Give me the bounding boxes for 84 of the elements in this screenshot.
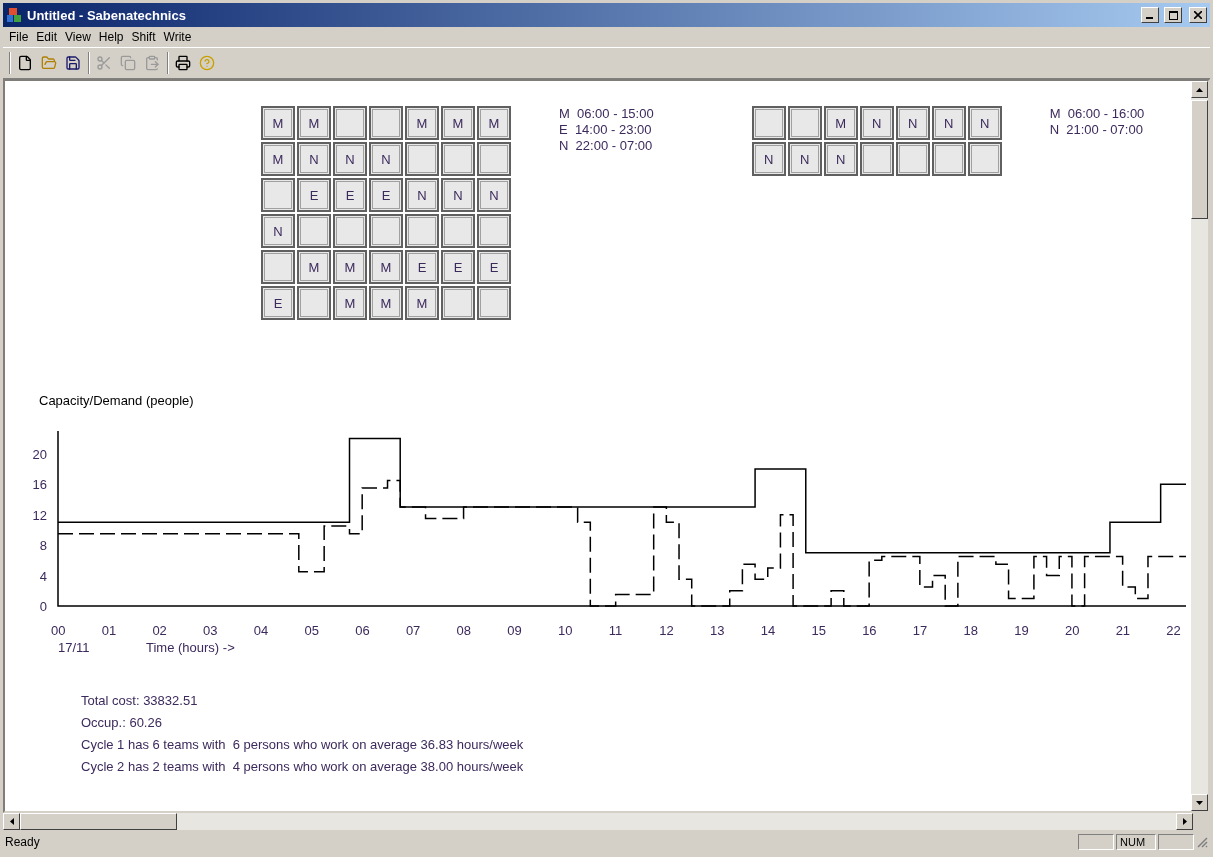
roster-cell[interactable]: N	[859, 106, 894, 140]
window-title: Untitled - Sabenatechnics	[27, 7, 187, 23]
x-tick-label: 09	[507, 623, 522, 638]
menu-item[interactable]: Edit	[32, 28, 62, 46]
summary-text: Occup.: 60.26	[81, 715, 163, 730]
shift-legend: E 14:00 - 23:00	[559, 122, 654, 137]
roster-cell[interactable]: N	[823, 142, 858, 176]
y-tick-label: 4	[39, 568, 47, 584]
x-tick-label: 22	[1166, 623, 1181, 638]
x-tick-label: 19	[1014, 623, 1029, 638]
menu-item[interactable]: Shift	[127, 28, 160, 46]
roster-cell[interactable]: M	[297, 250, 331, 284]
roster-cell[interactable]: M	[441, 106, 475, 140]
roster-cell[interactable]: E	[297, 178, 331, 212]
roster-cell[interactable]: M	[405, 106, 439, 140]
x-tick-label: 01	[101, 623, 117, 638]
roster-cell[interactable]: M	[369, 250, 403, 284]
roster-cell[interactable]: M	[261, 106, 295, 140]
roster-cell[interactable]: M	[333, 250, 367, 284]
x-tick-label: 11	[608, 623, 623, 638]
roster-cell[interactable]: N	[261, 214, 295, 248]
x-tick-label: 00	[51, 623, 66, 638]
y-tick-label: 12	[32, 507, 47, 523]
x-tick-label: 16	[862, 623, 877, 638]
roster-cell[interactable]: N	[297, 142, 331, 176]
date-label: 17/11	[58, 640, 90, 655]
x-tick-label: 05	[304, 623, 319, 638]
y-tick-label: 16	[32, 477, 47, 493]
x-tick-label: 04	[253, 623, 269, 638]
roster-cell[interactable]: N	[895, 106, 930, 140]
roster-cell[interactable]: E	[333, 178, 367, 212]
summary-text: Cycle 2 has 2 teams with 4 persons who work on average 38.00 hours/week	[81, 759, 525, 774]
roster-cell[interactable]: N	[967, 106, 1002, 140]
roster-cell[interactable]: M	[823, 106, 858, 140]
roster-cell[interactable]: M	[261, 142, 295, 176]
x-tick-label: 07	[405, 623, 421, 638]
x-tick-label: 14	[760, 623, 776, 638]
menu-item[interactable]: Write	[159, 28, 196, 46]
roster-cell[interactable]: M	[333, 286, 367, 320]
shift-legend: M 06:00 - 16:00	[1049, 106, 1145, 121]
y-tick-label: 0	[39, 599, 47, 614]
summary-text: Total cost: 33832.51	[81, 693, 199, 708]
x-tick-label: 13	[710, 623, 725, 638]
roster-cell[interactable]: N	[369, 142, 403, 176]
shift-legend: N 21:00 - 07:00	[1049, 122, 1145, 137]
roster-cell[interactable]: M	[405, 286, 439, 320]
y-tick-label: 8	[39, 538, 47, 554]
x-tick-label: 18	[963, 623, 978, 638]
roster-cell[interactable]: E	[369, 178, 403, 212]
status-text: Ready	[5, 835, 41, 849]
roster-cell[interactable]: N	[441, 178, 475, 212]
x-tick-label: 17	[912, 623, 928, 638]
menu-item[interactable]: File	[5, 28, 33, 46]
x-tick-label: 08	[456, 623, 472, 638]
x-tick-label: 06	[355, 623, 370, 638]
roster-cell[interactable]: N	[931, 106, 966, 140]
shift-legend: M 06:00 - 15:00	[559, 106, 654, 121]
roster-cell[interactable]: E	[405, 250, 439, 284]
roster-cell[interactable]: N	[333, 142, 367, 176]
roster-cell[interactable]: N	[787, 142, 822, 176]
x-tick-label: 12	[659, 623, 674, 638]
shift-legend: N 22:00 - 07:00	[559, 138, 654, 153]
roster-cell[interactable]: M	[477, 106, 511, 140]
x-tick-label: 15	[811, 623, 826, 638]
x-tick-label: 10	[557, 623, 573, 638]
x-tick-label: 02	[152, 623, 167, 638]
roster-cell[interactable]: E	[441, 250, 475, 284]
roster-cell[interactable]: M	[297, 106, 331, 140]
x-tick-label: 20	[1064, 623, 1080, 638]
x-tick-label: 03	[203, 623, 218, 638]
menu-item[interactable]: Help	[94, 28, 128, 46]
menu-item[interactable]: View	[61, 28, 95, 46]
roster-cell[interactable]: N	[751, 142, 786, 176]
roster-cell[interactable]: N	[405, 178, 439, 212]
y-axis-label: Capacity/Demand (people)	[39, 393, 194, 408]
roster-cell[interactable]: E	[261, 286, 295, 320]
roster-cell[interactable]: M	[369, 286, 403, 320]
x-tick-label: 21	[1115, 623, 1131, 638]
roster-cell[interactable]: E	[477, 250, 511, 284]
num-lock-indicator: NUM	[1116, 834, 1156, 850]
roster-cell[interactable]: N	[477, 178, 511, 212]
summary-text: Cycle 1 has 6 teams with 6 persons who work on average 36.83 hours/week	[81, 737, 525, 752]
x-axis-label: Time (hours) ->	[146, 640, 235, 655]
y-tick-label: 20	[32, 446, 47, 462]
